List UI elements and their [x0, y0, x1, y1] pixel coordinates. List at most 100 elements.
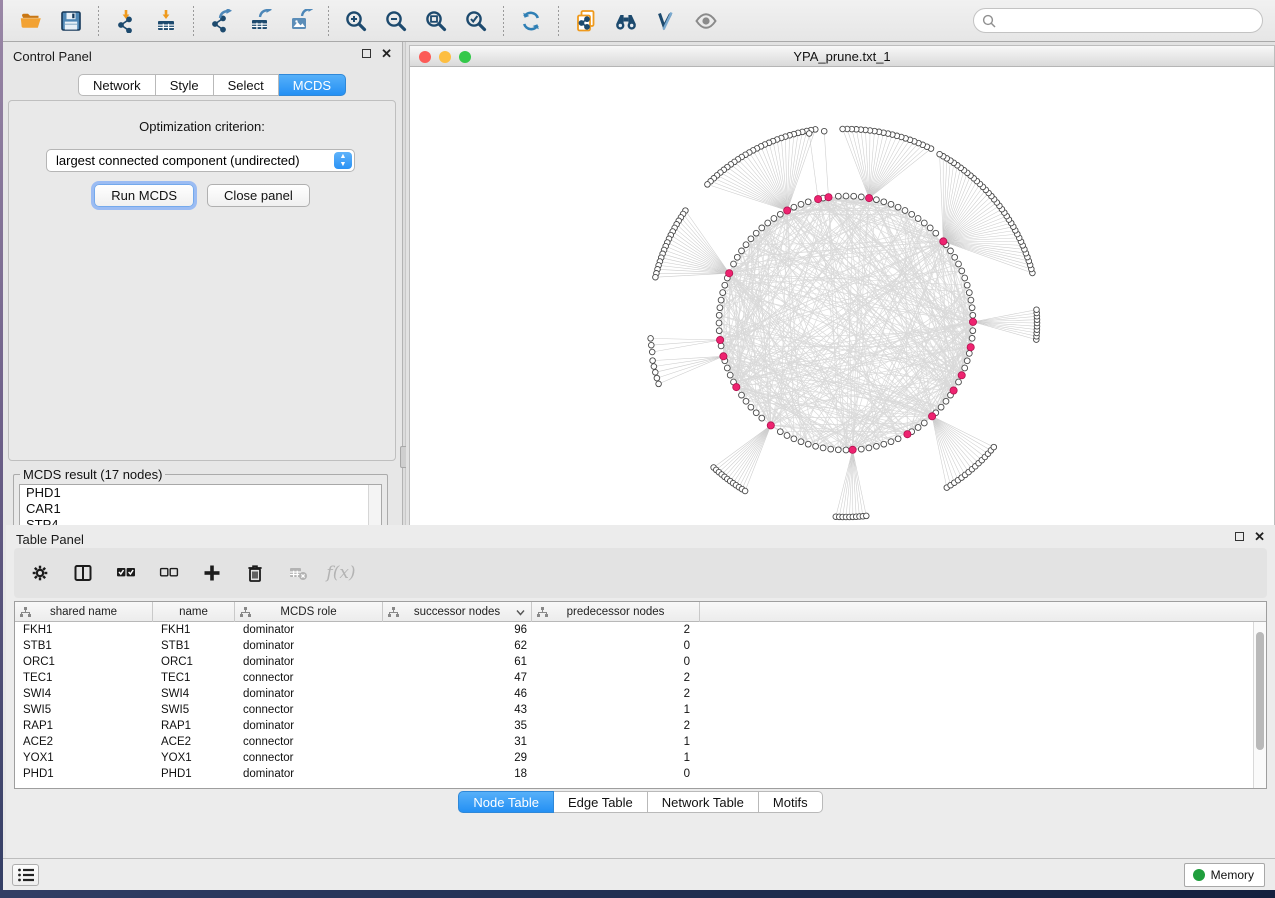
network-node[interactable] [648, 336, 654, 342]
network-node[interactable] [964, 358, 970, 364]
network-node[interactable] [828, 446, 834, 452]
network-node[interactable] [798, 439, 804, 445]
table-row[interactable]: PHD1PHD1dominator180 [15, 766, 1253, 782]
network-node[interactable] [1034, 307, 1040, 313]
mcds-hub-node[interactable] [726, 270, 733, 277]
network-node[interactable] [791, 436, 797, 442]
network-node[interactable] [962, 365, 968, 371]
column-header-shared-name[interactable]: shared name [15, 602, 153, 622]
network-node[interactable] [969, 335, 975, 341]
network-node[interactable] [705, 182, 711, 188]
window-minimize-icon[interactable] [439, 51, 451, 63]
network-node[interactable] [753, 410, 759, 416]
open-file-icon[interactable] [14, 4, 48, 38]
zoom-in-icon[interactable] [339, 4, 373, 38]
mcds-hub-node[interactable] [733, 384, 740, 391]
search-box[interactable] [973, 8, 1263, 33]
deselect-all-icon[interactable] [157, 561, 181, 585]
network-node[interactable] [909, 211, 915, 217]
network-node[interactable] [843, 447, 849, 453]
network-node[interactable] [864, 513, 870, 519]
network-node[interactable] [874, 197, 880, 203]
network-node[interactable] [915, 425, 921, 431]
mcds-hub-node[interactable] [767, 422, 774, 429]
network-node[interactable] [927, 225, 933, 231]
mcds-hub-node[interactable] [969, 318, 976, 325]
network-node[interactable] [902, 208, 908, 214]
network-node[interactable] [724, 365, 730, 371]
zoom-out-icon[interactable] [379, 4, 413, 38]
network-node[interactable] [716, 328, 722, 334]
table-row[interactable]: FKH1FKH1dominator962 [15, 622, 1253, 638]
network-node[interactable] [952, 254, 958, 260]
network-node[interactable] [649, 349, 655, 355]
mcds-hub-node[interactable] [717, 336, 724, 343]
toggle-columns-icon[interactable] [71, 561, 95, 585]
export-network-icon[interactable] [204, 4, 238, 38]
network-node[interactable] [840, 126, 846, 132]
network-node[interactable] [777, 211, 783, 217]
column-header-successor-nodes[interactable]: successor nodes [383, 602, 532, 622]
table-mode-gear-icon[interactable] [28, 561, 52, 585]
network-node[interactable] [888, 201, 894, 207]
network-node[interactable] [743, 398, 749, 404]
import-network-icon[interactable] [109, 4, 143, 38]
select-all-icon[interactable] [114, 561, 138, 585]
network-node[interactable] [881, 199, 887, 205]
close-panel-icon[interactable]: ✕ [381, 49, 392, 58]
network-node[interactable] [798, 201, 804, 207]
network-node[interactable] [970, 312, 976, 318]
mcds-hub-node[interactable] [849, 446, 856, 453]
close-panel-button[interactable]: Close panel [207, 184, 310, 207]
network-node[interactable] [650, 358, 656, 364]
network-node[interactable] [933, 230, 939, 236]
close-table-panel-icon[interactable]: ✕ [1254, 532, 1265, 541]
column-header-MCDS-role[interactable]: MCDS role [235, 602, 383, 622]
network-node[interactable] [716, 320, 722, 326]
window-zoom-icon[interactable] [459, 51, 471, 63]
network-node[interactable] [881, 441, 887, 447]
network-node[interactable] [921, 220, 927, 226]
table-row[interactable]: TEC1TEC1connector472 [15, 670, 1253, 686]
network-node[interactable] [888, 439, 894, 445]
network-node[interactable] [722, 282, 728, 288]
tab-network-table[interactable]: Network Table [648, 791, 759, 813]
network-node[interactable] [765, 220, 771, 226]
network-node[interactable] [748, 236, 754, 242]
network-node[interactable] [820, 445, 826, 451]
network-node[interactable] [858, 194, 864, 200]
network-node[interactable] [718, 297, 724, 303]
network-node[interactable] [858, 446, 864, 452]
network-node[interactable] [651, 364, 657, 370]
search-input[interactable] [1001, 14, 1254, 28]
tab-select[interactable]: Select [214, 74, 279, 96]
tab-style[interactable]: Style [156, 74, 214, 96]
network-node[interactable] [731, 261, 737, 267]
column-header-name[interactable]: name [153, 602, 235, 622]
network-node[interactable] [915, 216, 921, 222]
network-node[interactable] [821, 128, 827, 134]
network-node[interactable] [966, 290, 972, 296]
network-node[interactable] [991, 444, 997, 450]
network-node[interactable] [813, 443, 819, 449]
network-node[interactable] [937, 151, 943, 157]
mcds-hub-node[interactable] [904, 431, 911, 438]
network-node[interactable] [874, 443, 880, 449]
tab-mcds[interactable]: MCDS [279, 74, 346, 96]
search-network-icon[interactable] [609, 4, 643, 38]
network-canvas[interactable] [410, 67, 1274, 565]
network-node[interactable] [968, 297, 974, 303]
network-node[interactable] [759, 415, 765, 421]
network-node[interactable] [784, 433, 790, 439]
criterion-select[interactable]: largest connected component (undirected)… [46, 149, 355, 172]
network-node[interactable] [895, 204, 901, 210]
network-node[interactable] [739, 392, 745, 398]
create-column-icon[interactable] [200, 561, 224, 585]
network-node[interactable] [649, 342, 655, 348]
network-node[interactable] [970, 328, 976, 334]
network-node[interactable] [956, 379, 962, 385]
network-node[interactable] [653, 274, 659, 280]
network-node[interactable] [656, 381, 662, 387]
network-node[interactable] [943, 398, 949, 404]
network-node[interactable] [805, 199, 811, 205]
